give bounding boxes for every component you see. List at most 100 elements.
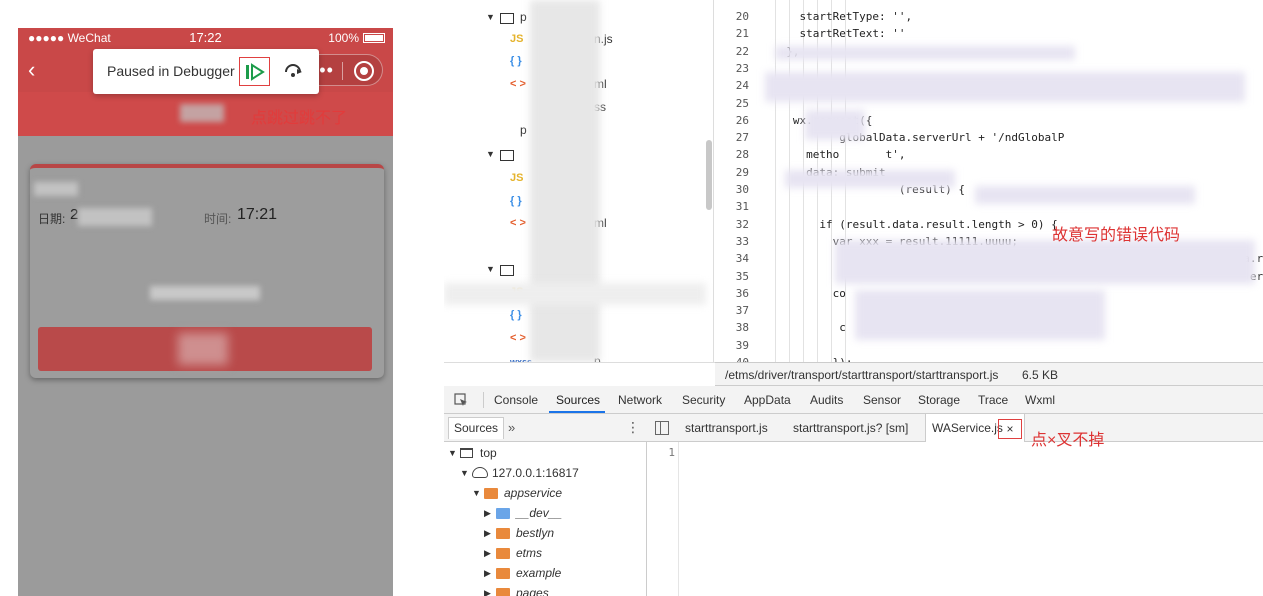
step-over-button[interactable] — [283, 61, 307, 83]
blurred-title — [34, 182, 78, 196]
annotation-cannot-skip: 点跳过跳不了 — [251, 110, 348, 127]
tab-network[interactable]: Network — [618, 393, 662, 407]
active-tab-indicator — [549, 411, 605, 413]
source-tree-label: __dev__ — [516, 506, 563, 520]
line-number: 25 — [735, 96, 749, 110]
annotation-intentional-error: 故意写的错误代码 — [1052, 227, 1181, 244]
code-line[interactable]: c — [773, 321, 846, 334]
expand-caret-icon[interactable]: ▼ — [486, 149, 495, 159]
expand-caret-icon[interactable]: ▼ — [486, 12, 495, 22]
code-line[interactable]: metho t', — [773, 148, 905, 161]
line-number: 23 — [735, 61, 749, 75]
source-tree-row[interactable]: ▶ etms — [444, 544, 644, 564]
folder-icon — [496, 548, 510, 559]
line-number: 1 — [668, 446, 675, 459]
blurred-code — [805, 110, 865, 140]
line-number: 26 — [735, 113, 749, 127]
blurred-text — [180, 104, 224, 122]
collapse-caret-icon[interactable]: ▶ — [484, 568, 491, 579]
expand-caret-icon[interactable]: ▼ — [472, 488, 481, 498]
toggle-navigator-icon[interactable] — [655, 421, 669, 435]
time-label: 时间: — [204, 212, 232, 226]
source-tree-label: example — [516, 566, 562, 580]
json-file-icon: { } — [510, 309, 522, 321]
expand-caret-icon[interactable]: ▼ — [486, 264, 495, 274]
code-line[interactable]: if (result.data.result.length > 0) { — [773, 218, 1057, 231]
line-number: 21 — [735, 27, 749, 41]
editor-status-bar: /etms/driver/transport/starttransport/st… — [715, 362, 1263, 386]
battery-icon — [363, 33, 385, 43]
start-transport-button[interactable] — [38, 327, 372, 371]
file-tab-starttransport-js[interactable]: starttransport.js — [685, 421, 768, 435]
collapse-caret-icon[interactable]: ▶ — [484, 528, 491, 539]
navigator-tab-sources[interactable]: Sources — [448, 417, 505, 439]
selected-row-highlight — [444, 283, 706, 305]
order-card: 日期: 2 时间: 17:21 — [30, 164, 384, 378]
collapse-caret-icon[interactable]: ▶ — [484, 508, 491, 519]
tab-sources[interactable]: Sources — [556, 393, 600, 407]
file-tab-waservice-label[interactable]: WAService.js — [932, 421, 1003, 435]
source-tree-row[interactable]: ▶ example — [444, 564, 644, 584]
frame-icon — [460, 448, 473, 458]
line-number: 30 — [735, 183, 749, 196]
blurred-date — [78, 208, 152, 226]
code-editor[interactable]: 20 21 22 23 24 25 26 27 28 29 30 31 32 33 34 35 36 37 38 39… — [715, 0, 1263, 362]
source-tree-label: top — [480, 446, 497, 460]
source-tree-label: 127.0.0.1:16817 — [492, 466, 579, 480]
tree-scrollbar[interactable] — [706, 140, 712, 210]
file-tree-label: p — [520, 10, 527, 24]
folder-icon — [484, 488, 498, 499]
resume-button[interactable] — [239, 57, 270, 86]
cloud-icon — [472, 467, 488, 478]
tab-trace[interactable]: Trace — [978, 393, 1008, 407]
source-tree-row[interactable]: ▶ __dev__ — [444, 504, 644, 524]
close-circle-icon[interactable] — [354, 61, 374, 81]
tab-appdata[interactable]: AppData — [744, 393, 791, 407]
line-gutter: 20 21 22 23 24 25 26 27 28 29 30 31 32 33 34 35 36 37 38 39… — [715, 0, 755, 362]
collapse-caret-icon[interactable]: ▶ — [484, 588, 491, 596]
tab-console[interactable]: Console — [494, 393, 538, 407]
battery-percent: 100% — [328, 31, 359, 45]
tab-storage[interactable]: Storage — [918, 393, 960, 407]
folder-icon — [500, 13, 514, 24]
wxml-file-icon: < > — [510, 332, 526, 344]
json-file-icon: { } — [510, 55, 522, 67]
source-tree-row[interactable]: ▼ appservice — [444, 484, 644, 504]
tab-security[interactable]: Security — [682, 393, 725, 407]
blurred-button-label — [178, 333, 228, 365]
file-tab-starttransport-sm[interactable]: starttransport.js? [sm] — [793, 421, 908, 435]
line-number: 28 — [735, 148, 749, 162]
tab-sensor[interactable]: Sensor — [863, 393, 901, 407]
sources-navigator: Sources » ⋮ ▼ top ▼ 127.0.0.1:16817 ▼ appserv… — [444, 414, 647, 596]
folder-icon — [500, 265, 514, 276]
blurred-code — [835, 240, 1255, 284]
tab-wxml[interactable]: Wxml — [1025, 393, 1055, 407]
close-tab-button[interactable]: × — [998, 419, 1022, 439]
js-file-icon: JS — [510, 172, 524, 184]
more-tabs-icon[interactable]: » — [508, 420, 515, 435]
code-line[interactable]: startRetText: '' — [773, 27, 905, 40]
tab-audits[interactable]: Audits — [810, 393, 843, 407]
source-line-gutter: 1 — [647, 442, 679, 596]
code-line[interactable]: startRetType: '', — [773, 10, 912, 23]
code-line[interactable]: co — [773, 287, 846, 300]
phone-screen: ●●●●● WeChat 17:22 100% ‹ ••• 点跳过跳不了 日期:… — [18, 28, 393, 596]
blurred-tree-names — [530, 0, 600, 362]
line-number: 31 — [735, 200, 749, 214]
status-bar: ●●●●● WeChat 17:22 100% — [18, 28, 393, 48]
source-tree-row[interactable]: ▼ 127.0.0.1:16817 — [444, 464, 644, 484]
back-chevron-icon[interactable]: ‹ — [28, 58, 48, 82]
folder-icon — [496, 568, 510, 579]
blurred-code — [975, 186, 1195, 204]
source-tree-row[interactable]: ▼ top — [444, 444, 644, 464]
source-tree-label: pages — [516, 586, 549, 596]
js-file-icon: JS — [510, 33, 524, 45]
source-tree-row[interactable]: ▶ pages — [444, 584, 644, 596]
expand-caret-icon[interactable]: ▼ — [460, 468, 469, 478]
collapse-caret-icon[interactable]: ▶ — [484, 548, 491, 559]
navigator-menu-icon[interactable]: ⋮ — [626, 419, 640, 436]
expand-caret-icon[interactable]: ▼ — [448, 448, 457, 458]
source-tree-label: bestlyn — [516, 526, 555, 540]
inspect-element-icon[interactable] — [454, 393, 468, 407]
source-tree-row[interactable]: ▶ bestlyn — [444, 524, 644, 544]
